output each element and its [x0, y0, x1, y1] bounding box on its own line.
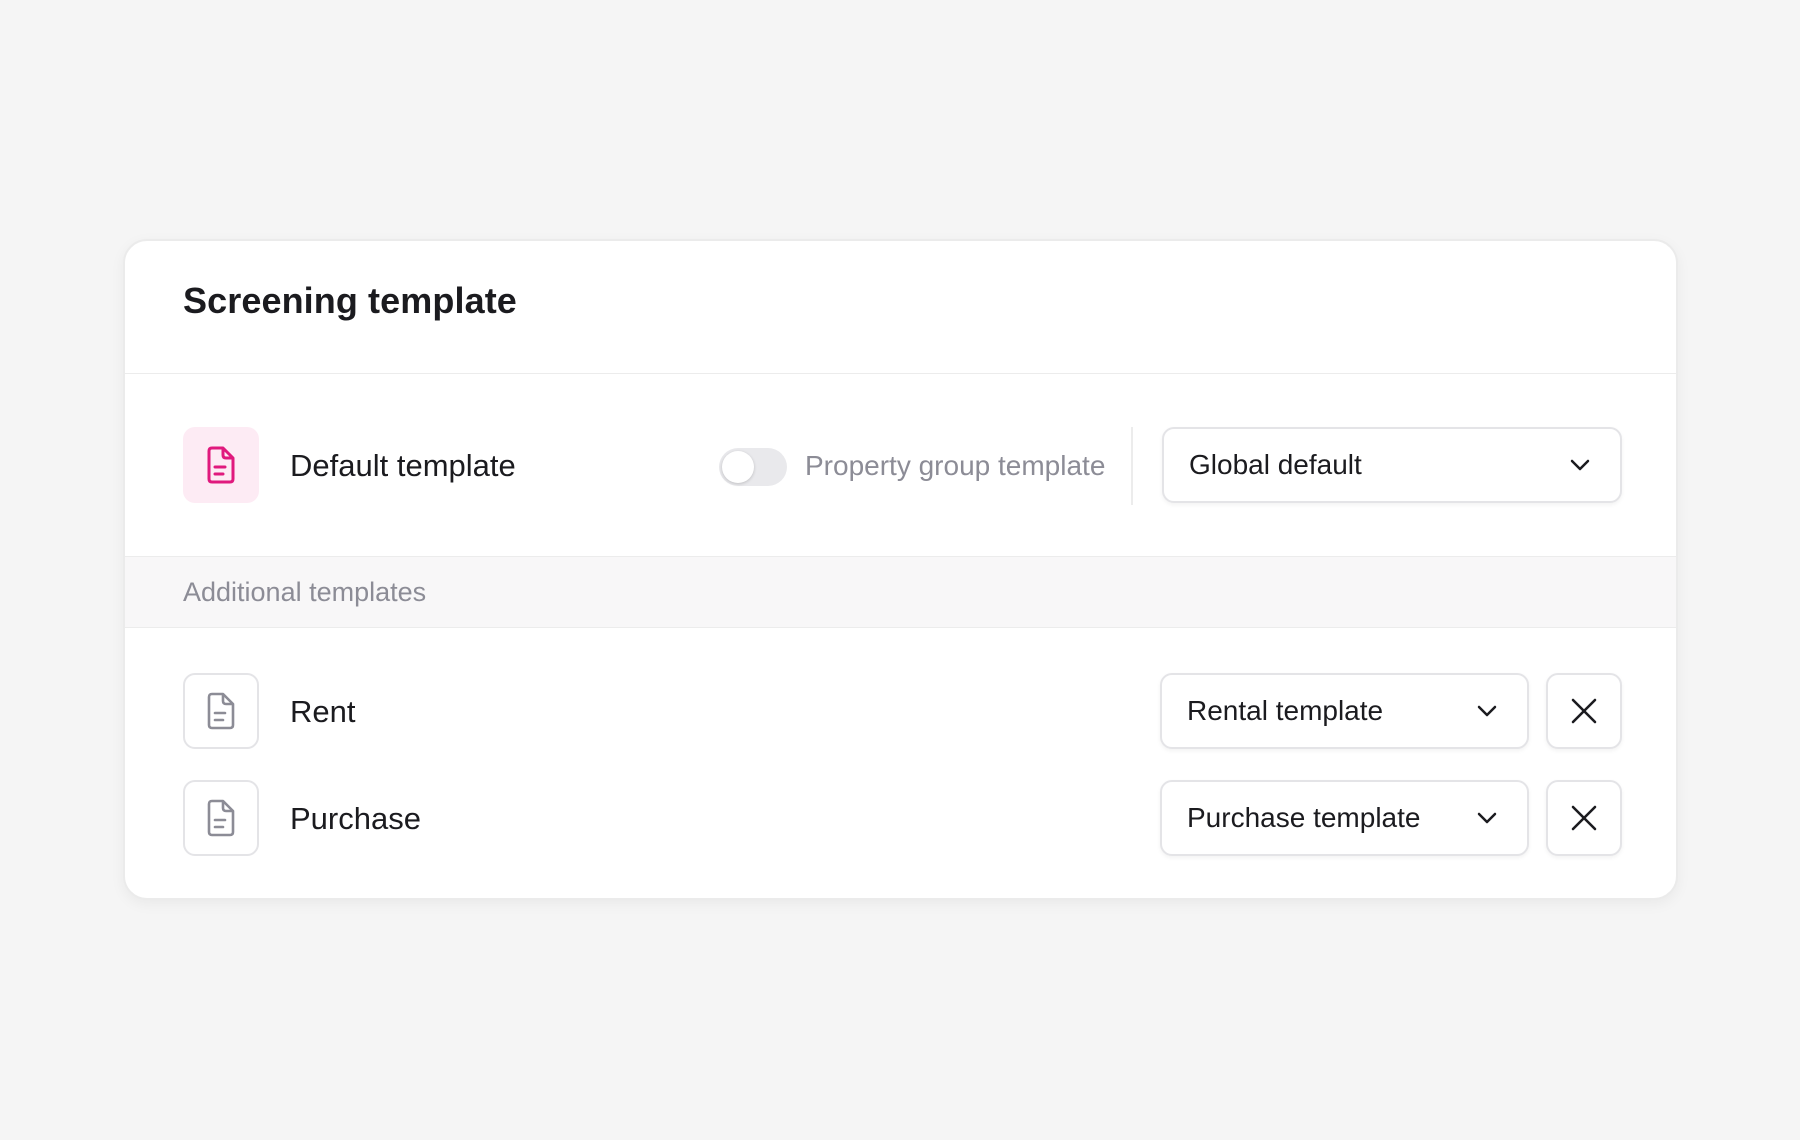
- document-icon: [207, 692, 235, 730]
- default-template-row: Default template Property group template…: [125, 374, 1676, 557]
- close-icon: [1571, 698, 1597, 724]
- purchase-icon-box: [183, 780, 259, 856]
- rent-template-select-value: Rental template: [1187, 695, 1384, 726]
- remove-rent-button[interactable]: [1546, 673, 1622, 749]
- property-group-template-toggle[interactable]: [719, 448, 787, 486]
- rent-template-select[interactable]: Rental template: [1160, 673, 1529, 749]
- additional-templates-title: Additional templates: [183, 576, 427, 607]
- purchase-template-select[interactable]: Purchase template: [1160, 780, 1529, 856]
- default-template-select[interactable]: Global default: [1162, 427, 1622, 503]
- screening-template-card: Screening template Default template Prop…: [123, 239, 1678, 900]
- template-row-purchase: Purchase Purchase template: [125, 780, 1676, 856]
- document-icon: [207, 799, 235, 837]
- rent-label: Rent: [290, 694, 356, 729]
- rent-icon-box: [183, 673, 259, 749]
- purchase-template-select-value: Purchase template: [1187, 802, 1421, 833]
- default-template-label: Default template: [290, 448, 516, 483]
- document-icon: [207, 446, 235, 484]
- vertical-divider: [1131, 427, 1133, 505]
- chevron-down-icon: [1477, 705, 1497, 717]
- toggle-knob: [722, 451, 754, 483]
- chevron-down-icon: [1477, 812, 1497, 824]
- additional-templates-list: Rent Rental template Purchase Purchase t…: [125, 628, 1676, 898]
- card-header: Screening template: [125, 241, 1676, 374]
- default-template-select-value: Global default: [1189, 449, 1362, 480]
- purchase-label: Purchase: [290, 801, 421, 836]
- remove-purchase-button[interactable]: [1546, 780, 1622, 856]
- additional-templates-header: Additional templates: [125, 557, 1676, 628]
- close-icon: [1571, 805, 1597, 831]
- card-title: Screening template: [183, 280, 517, 321]
- default-template-icon-box: [183, 427, 259, 503]
- property-group-template-label: Property group template: [805, 450, 1106, 481]
- chevron-down-icon: [1570, 459, 1590, 471]
- template-row-rent: Rent Rental template: [125, 673, 1676, 749]
